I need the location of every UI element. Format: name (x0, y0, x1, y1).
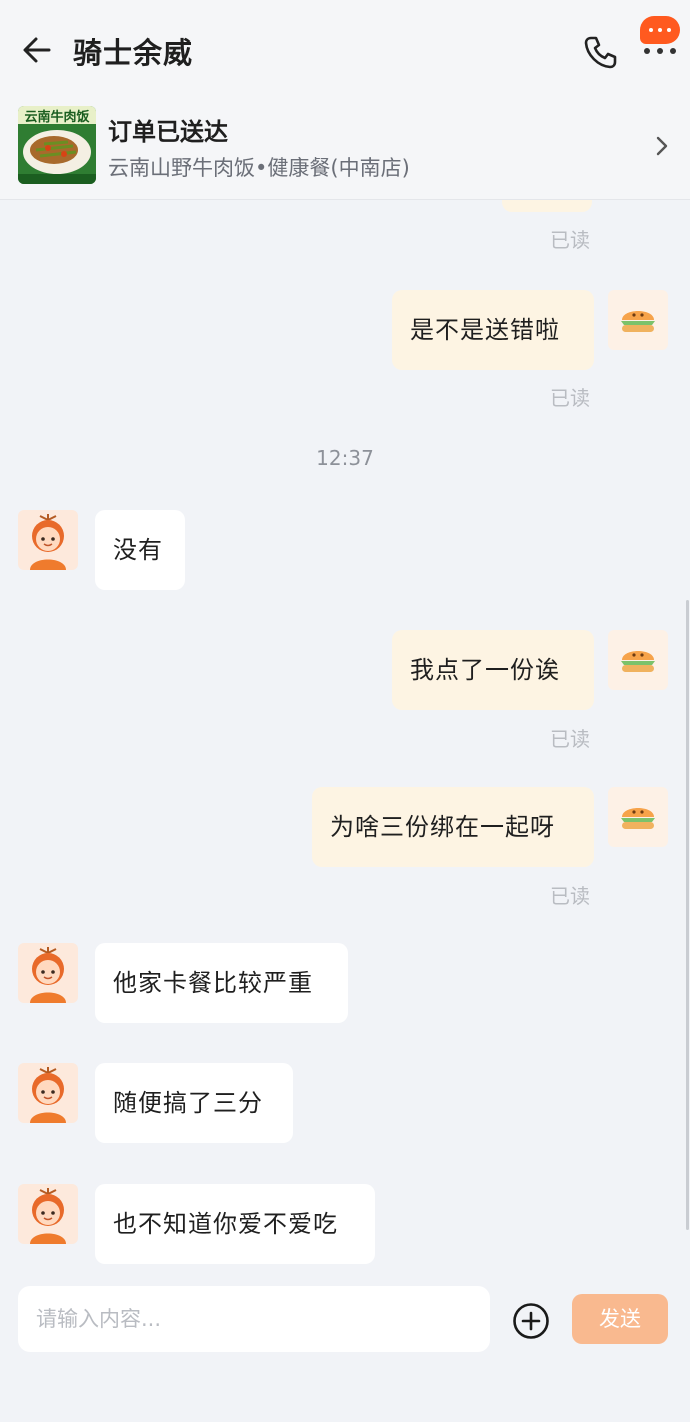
user-avatar (608, 787, 668, 847)
message-bubble: 为啥三份绑在一起呀 (312, 787, 594, 867)
more-button[interactable] (636, 14, 684, 62)
message-input[interactable] (18, 1286, 490, 1352)
message-notification-icon (640, 16, 680, 44)
message-composer: 发送 (0, 1280, 690, 1422)
rider-avatar-icon (18, 943, 78, 1003)
store-thumbnail: 云南牛肉饭 (18, 106, 96, 184)
rider-avatar-icon (18, 1184, 78, 1244)
send-button[interactable]: 发送 (572, 1294, 668, 1344)
message-bubble: 他家卡餐比较严重 (95, 943, 348, 1023)
order-card[interactable]: 云南牛肉饭 订单已送达 云南山野牛肉饭•健康餐(中南店) (0, 100, 690, 200)
burger-avatar-icon (608, 290, 668, 350)
chat-scrollbar[interactable] (686, 600, 689, 1230)
rider-avatar-icon (18, 510, 78, 570)
message-bubble: 随便搞了三分 (95, 1063, 293, 1143)
chat-list[interactable]: 已读 是不是送错啦 已读 12:37 没有 我点了一份诶 已读 为啥三份绑在一起… (0, 200, 690, 1280)
message-bubble: 我点了一份诶 (392, 630, 594, 710)
read-receipt: 已读 (550, 727, 590, 751)
arrow-left-icon (23, 37, 51, 63)
message-bubble: 是不是送错啦 (392, 290, 594, 370)
chevron-right-icon (656, 136, 668, 156)
message-bubble: 也不知道你爱不爱吃 (95, 1184, 375, 1264)
svg-text:云南牛肉饭: 云南牛肉饭 (24, 109, 89, 125)
burger-avatar-icon (608, 787, 668, 847)
phone-icon (584, 36, 617, 69)
burger-avatar-icon (608, 630, 668, 690)
more-dots-icon (644, 48, 676, 54)
back-button[interactable] (18, 30, 58, 70)
chat-header: 骑士余威 (0, 0, 690, 100)
plus-circle-icon (513, 1303, 549, 1339)
rider-avatar (18, 510, 78, 570)
rider-avatar-icon (18, 1063, 78, 1123)
read-receipt: 已读 (550, 884, 590, 908)
user-avatar (608, 290, 668, 350)
read-receipt: 已读 (550, 228, 590, 252)
page-title: 骑士余威 (73, 36, 194, 70)
message-bubble-partial (502, 200, 592, 212)
timestamp: 12:37 (316, 446, 374, 470)
message-bubble: 没有 (95, 510, 185, 590)
store-name: 云南山野牛肉饭•健康餐(中南店) (108, 156, 410, 180)
add-attachment-button[interactable] (512, 1302, 550, 1340)
rider-avatar (18, 943, 78, 1003)
call-button[interactable] (580, 32, 620, 72)
rider-avatar (18, 1063, 78, 1123)
order-status: 订单已送达 (108, 118, 228, 146)
read-receipt: 已读 (550, 386, 590, 410)
user-avatar (608, 630, 668, 690)
rider-avatar (18, 1184, 78, 1244)
